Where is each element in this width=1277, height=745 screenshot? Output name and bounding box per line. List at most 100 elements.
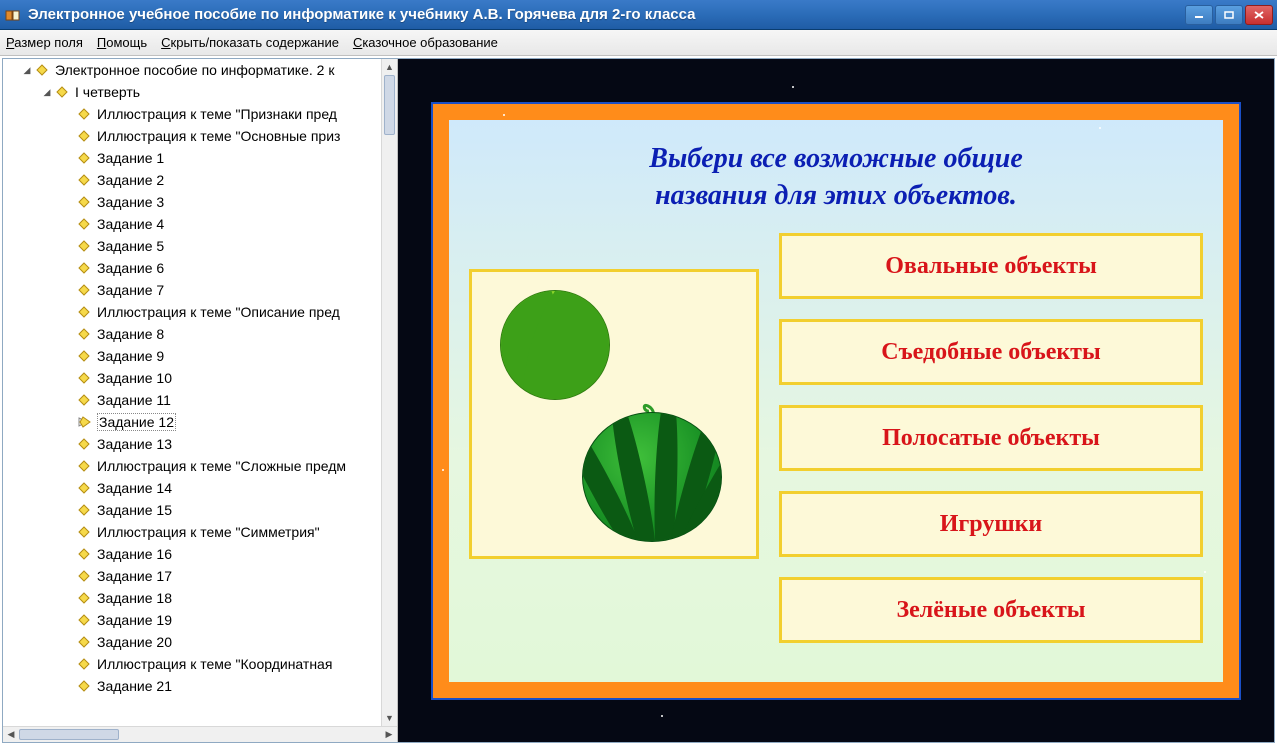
titlebar: Электронное учебное пособие по информати… [0,0,1277,30]
tree-item[interactable]: Задание 6 [3,257,381,279]
page-icon [77,349,93,363]
tree-item-label: Задание 4 [97,216,164,232]
page-icon [77,503,93,517]
tree-item[interactable]: Задание 18 [3,587,381,609]
window-controls [1185,5,1273,25]
scroll-up-arrow-icon[interactable]: ▲ [382,59,397,75]
tree-item[interactable]: Задание 20 [3,631,381,653]
page-icon [77,525,93,539]
menu-fairy-education[interactable]: Сказочное образование [353,35,498,50]
tree-item[interactable]: Задание 19 [3,609,381,631]
tree-item[interactable]: Иллюстрация к теме "Симметрия" [3,521,381,543]
tree-item[interactable]: Задание 16 [3,543,381,565]
maximize-button[interactable] [1215,5,1243,25]
page-icon [77,481,93,495]
option-green[interactable]: Зелёные объекты [779,577,1203,643]
tree-item-label: Задание 9 [97,348,164,364]
app-icon [4,6,22,24]
menu-toggle-contents[interactable]: Скрыть/показать содержание [161,35,339,50]
tree-item[interactable]: Задание 9 [3,345,381,367]
collapse-icon[interactable]: ◢ [21,65,33,76]
option-toys[interactable]: Игрушки [779,491,1203,557]
tree-item[interactable]: Задание 3 [3,191,381,213]
close-button[interactable] [1245,5,1273,25]
page-icon [77,657,93,671]
page-icon [77,261,93,275]
tree-item-label: Иллюстрация к теме "Координатная [97,656,332,672]
scroll-thumb-h[interactable] [19,729,119,740]
page-icon [35,63,51,77]
page-icon [77,151,93,165]
tree-horizontal-scrollbar[interactable]: ◀ ▶ [3,726,397,742]
page-icon [77,129,93,143]
scroll-thumb[interactable] [384,75,395,135]
menu-field-size[interactable]: Размер поля [6,35,83,50]
tree-item[interactable]: Задание 14 [3,477,381,499]
tree-quarter[interactable]: ◢ I четверть [3,81,381,103]
tree-item[interactable]: Иллюстрация к теме "Сложные предм [3,455,381,477]
tree-item[interactable]: Задание 21 [3,675,381,697]
page-icon [77,283,93,297]
task-heading: Выбери все возможные общие названия для … [469,140,1203,216]
tree-item-label: Задание 1 [97,150,164,166]
menu-help[interactable]: Помощь [97,35,147,50]
scroll-down-arrow-icon[interactable]: ▼ [382,710,397,726]
tree-item[interactable]: Иллюстрация к теме "Основные приз [3,125,381,147]
window-title: Электронное учебное пособие по информати… [28,6,1185,23]
tree-item-label: Задание 15 [97,502,172,518]
menubar: Размер поля Помощь Скрыть/показать содер… [0,30,1277,56]
page-icon [77,635,93,649]
page-icon [55,85,71,99]
tree-item[interactable]: Задание 8 [3,323,381,345]
page-icon [77,173,93,187]
tree-item-label: Задание 18 [97,590,172,606]
tree-item[interactable]: Иллюстрация к теме "Координатная [3,653,381,675]
tree-item-label: Задание 21 [97,678,172,694]
tree-item[interactable]: Задание 15 [3,499,381,521]
page-icon [77,107,93,121]
tree-item[interactable]: Иллюстрация к теме "Признаки пред [3,103,381,125]
minimize-button[interactable] [1185,5,1213,25]
contents-tree[interactable]: ◢Электронное пособие по информатике. 2 к… [3,59,381,726]
collapse-icon[interactable]: ◢ [41,87,53,98]
tree-item-label: I четверть [75,84,140,100]
task-frame: Выбери все возможные общие названия для … [431,102,1241,700]
tree-item-label: Задание 6 [97,260,164,276]
tree-item[interactable]: Задание 2 [3,169,381,191]
tree-root[interactable]: ◢Электронное пособие по информатике. 2 к [3,59,381,81]
page-icon [77,217,93,231]
tree-item[interactable]: Задание 13 [3,433,381,455]
tree-item-label: Задание 12 [97,413,176,431]
tree-item-label: Задание 10 [97,370,172,386]
scroll-left-arrow-icon[interactable]: ◀ [3,727,19,742]
tree-item-label: Иллюстрация к теме "Симметрия" [97,524,320,540]
page-icon [77,613,93,627]
tree-item[interactable]: Задание 11 [3,389,381,411]
page-icon [77,459,93,473]
page-icon [77,591,93,605]
tree-item-label: Задание 8 [97,326,164,342]
option-oval[interactable]: Овальные объекты [779,233,1203,299]
tree-item-label: Задание 5 [97,238,164,254]
option-edible[interactable]: Съедобные объекты [779,319,1203,385]
tree-item[interactable]: Задание 10 [3,367,381,389]
tree-item[interactable]: Задание 12 [3,411,381,433]
option-striped[interactable]: Полосатые объекты [779,405,1203,471]
tree-item-label: Задание 19 [97,612,172,628]
tree-item[interactable]: Задание 5 [3,235,381,257]
tree-item-label: Задание 20 [97,634,172,650]
page-icon [77,437,93,451]
tree-item[interactable]: Иллюстрация к теме "Описание пред [3,301,381,323]
tree-item-label: Иллюстрация к теме "Основные приз [97,128,340,144]
page-icon [77,371,93,385]
page-icon [77,547,93,561]
tree-item[interactable]: Задание 4 [3,213,381,235]
tree-item[interactable]: Задание 1 [3,147,381,169]
tree-item-label: Иллюстрация к теме "Описание пред [97,304,340,320]
tree-item[interactable]: Задание 7 [3,279,381,301]
tree-item[interactable]: Задание 17 [3,565,381,587]
scroll-right-arrow-icon[interactable]: ▶ [381,727,397,742]
task-pane: Выбери все возможные общие названия для … [398,59,1274,742]
page-icon [77,679,93,693]
tree-vertical-scrollbar[interactable]: ▲ ▼ [381,59,397,726]
